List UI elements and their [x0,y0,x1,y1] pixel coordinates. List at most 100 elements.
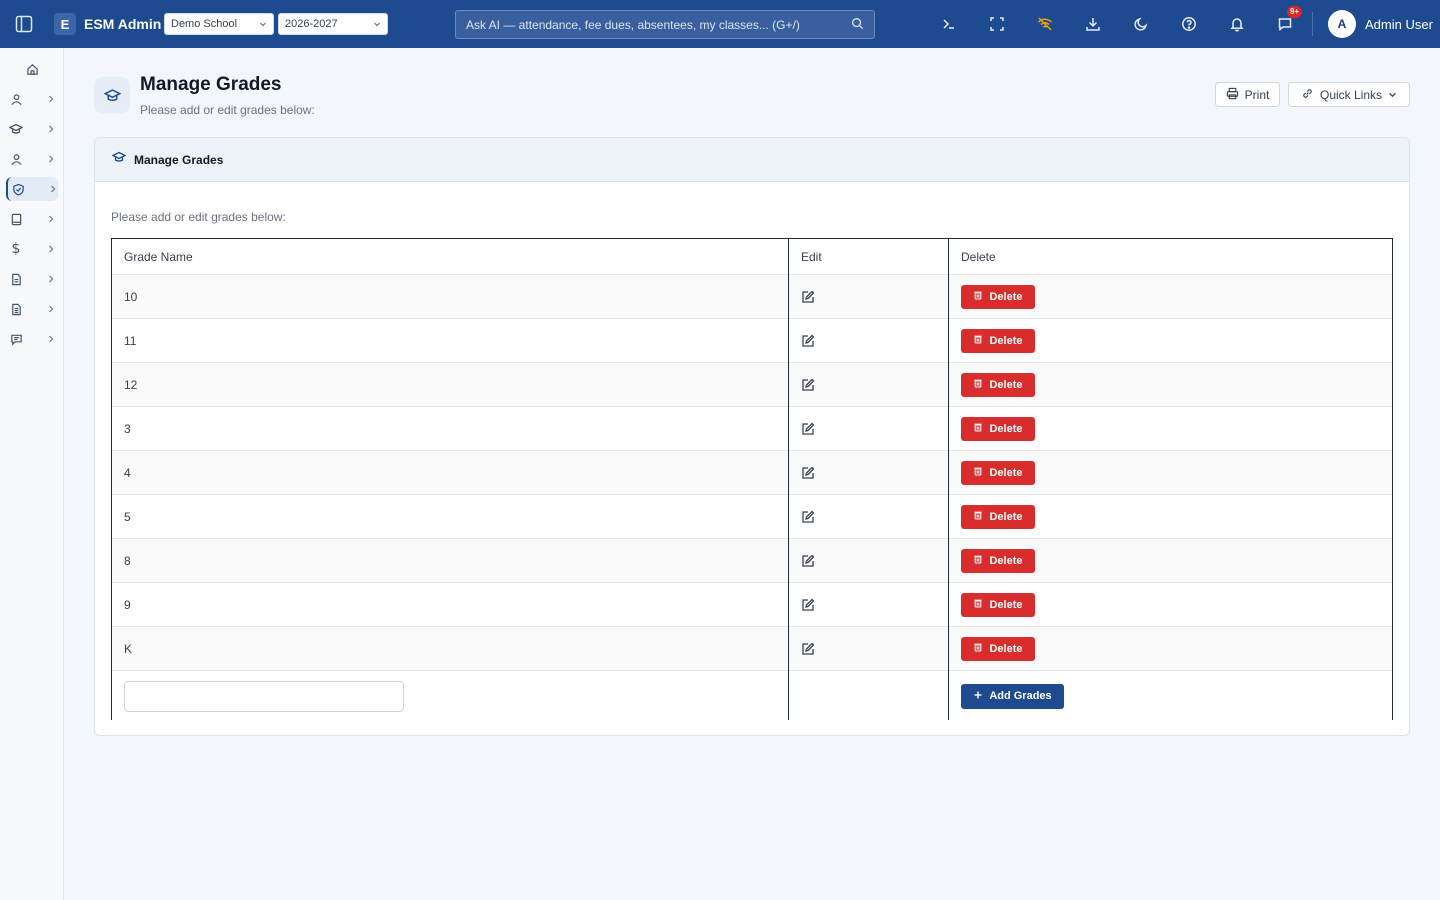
trash-icon [973,422,983,435]
app-logo: E [54,13,76,35]
card-header: Manage Grades [95,138,1409,182]
delete-button[interactable]: Delete [961,372,1035,397]
sidebar-item-library[interactable] [6,207,58,231]
column-header-delete: Delete [961,249,996,264]
delete-label: Delete [989,554,1023,567]
delete-button[interactable]: Delete [961,592,1035,617]
graduation-cap-icon [111,150,127,169]
sidebar-item-reports[interactable] [6,297,58,321]
delete-button[interactable]: Delete [961,284,1035,309]
delete-button[interactable]: Delete [961,548,1035,573]
delete-label: Delete [989,642,1023,655]
ai-search-input[interactable]: Ask AI — attendance, fee dues, absentees… [455,10,875,39]
terminal-icon[interactable] [925,0,973,48]
plus-icon [973,690,983,703]
edit-icon[interactable] [801,466,815,480]
chevron-right-icon [46,214,56,224]
table-row: 3 Delete [112,407,1392,451]
sidebar-item-fees[interactable]: $ [6,237,58,261]
edit-icon[interactable] [801,510,815,524]
school-select[interactable]: Demo School [164,13,274,35]
table-header-row: Grade Name Edit Delete [112,239,1392,275]
bell-icon[interactable] [1213,0,1261,48]
edit-icon[interactable] [801,422,815,436]
print-button[interactable]: Print [1215,82,1280,107]
search-icon[interactable] [851,17,864,33]
fullscreen-icon[interactable] [973,0,1021,48]
sidebar-item-documents[interactable] [6,267,58,291]
sidebar-item-users[interactable] [6,87,58,111]
delete-button[interactable]: Delete [961,636,1035,661]
year-select-value: 2026-2027 [285,18,338,30]
table-row: 9 Delete [112,583,1392,627]
table-row: 5 Delete [112,495,1392,539]
table-row: 10 Delete [112,275,1392,319]
edit-icon[interactable] [801,642,815,656]
delete-label: Delete [989,598,1023,611]
sidebar-item-messages[interactable] [6,327,58,351]
app-title: ESM Admin [84,16,162,32]
download-icon[interactable] [1069,0,1117,48]
chat-icon[interactable]: 9+ [1261,0,1309,48]
user-name: Admin User [1365,16,1433,32]
sidebar-item-staff[interactable] [6,147,58,171]
year-select[interactable]: 2026-2027 [278,13,388,35]
table-row: 12 Delete [112,363,1392,407]
chevron-right-icon [46,334,56,344]
delete-button[interactable]: Delete [961,328,1035,353]
edit-icon[interactable] [801,598,815,612]
toolbar-divider [1312,12,1313,36]
edit-icon[interactable] [801,554,815,568]
grade-name: 3 [124,421,131,436]
sidebar-toggle-icon[interactable] [0,0,48,48]
grade-name: 10 [124,289,138,304]
add-grade-row: Add Grades [112,671,1392,721]
sidebar-item-academics[interactable] [6,117,58,141]
user-menu[interactable]: A Admin User [1328,10,1433,38]
moon-icon[interactable] [1117,0,1165,48]
delete-label: Delete [989,334,1023,347]
table-row: 11 Delete [112,319,1392,363]
trash-icon [973,334,983,347]
chevron-right-icon [46,154,56,164]
trash-icon [973,290,983,303]
trash-icon [973,378,983,391]
dollar-icon: $ [11,241,21,257]
grade-name: 11 [124,333,137,348]
sidebar-item-home[interactable] [6,57,58,81]
user-icon [8,91,24,107]
trash-icon [973,598,983,611]
card-title: Manage Grades [134,152,224,167]
sidebar-item-security[interactable] [6,177,58,201]
delete-button[interactable]: Delete [961,416,1035,441]
toolbar-icons: 9+ [925,0,1309,48]
grade-name: K [124,641,133,656]
add-grades-button[interactable]: Add Grades [961,683,1064,709]
trash-icon [973,510,983,523]
chevron-down-icon [1388,88,1397,102]
shield-check-icon [10,181,26,197]
grade-name: 9 [124,597,131,612]
chevron-right-icon [46,304,56,314]
edit-icon[interactable] [801,378,815,392]
chevron-down-icon [373,20,381,28]
help-icon[interactable] [1165,0,1213,48]
page-subtitle: Please add or edit grades below: [140,103,315,117]
quick-links-label: Quick Links [1319,87,1383,102]
book-icon [8,211,24,227]
delete-button[interactable]: Delete [961,460,1035,485]
home-icon [24,61,40,77]
column-header-edit: Edit [801,249,822,264]
chevron-right-icon [46,124,56,134]
printer-icon [1226,87,1239,103]
grades-table: Grade Name Edit Delete 10 Delete 11 Dele… [111,238,1393,720]
delete-button[interactable]: Delete [961,504,1035,529]
person-icon [8,151,24,167]
edit-icon[interactable] [801,290,815,304]
table-row: K Delete [112,627,1392,671]
notification-badge: 9+ [1287,6,1303,18]
edit-icon[interactable] [801,334,815,348]
quick-links-button[interactable]: Quick Links [1288,82,1410,107]
new-grade-input[interactable] [124,680,404,712]
wifi-off-icon[interactable] [1021,0,1069,48]
